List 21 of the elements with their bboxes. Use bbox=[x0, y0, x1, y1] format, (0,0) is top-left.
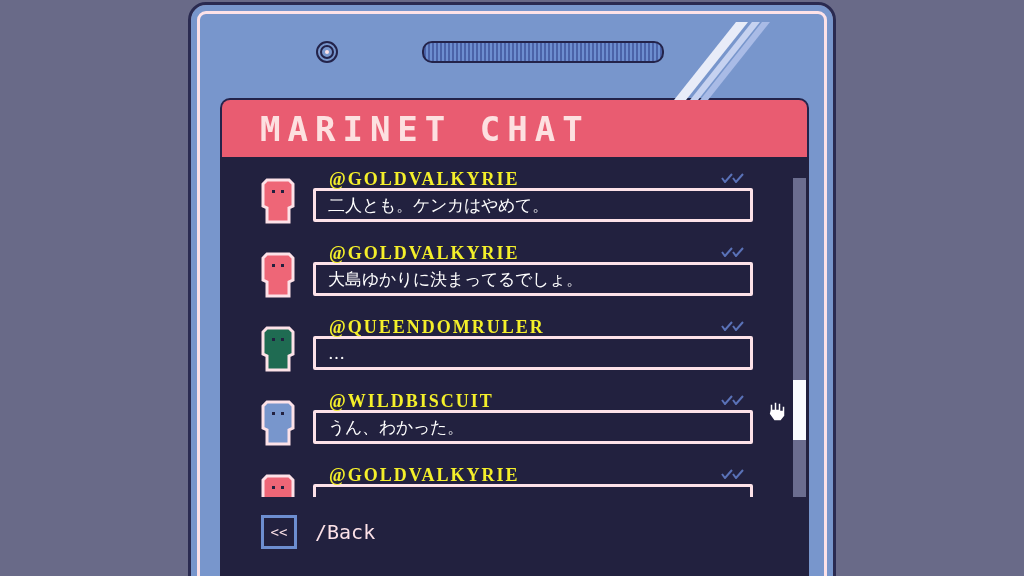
message-text: 二人とも。ケンカはやめて。 bbox=[328, 193, 549, 217]
double-check-icon bbox=[721, 321, 745, 331]
camera-icon bbox=[316, 40, 338, 63]
double-check-icon bbox=[721, 469, 745, 479]
username: @WILDBISCUIT bbox=[329, 390, 494, 411]
scrollbar-thumb[interactable] bbox=[793, 380, 806, 440]
double-check-icon bbox=[721, 247, 745, 257]
username: @QUEENDOMRULER bbox=[329, 316, 545, 337]
double-check-icon bbox=[721, 173, 745, 183]
double-check-icon bbox=[721, 395, 745, 405]
scrollbar[interactable] bbox=[793, 178, 806, 497]
app-title: MARINET CHAT bbox=[260, 108, 590, 149]
username: @GOLDVALKYRIE bbox=[329, 172, 520, 189]
back-label[interactable]: /Back bbox=[315, 520, 376, 544]
username: @GOLDVALKYRIE bbox=[329, 242, 520, 263]
message-text: うん、わかった。 bbox=[328, 415, 464, 439]
message-text: 大島ゆかりに決まってるでしょ。 bbox=[328, 267, 583, 291]
message-text: … bbox=[328, 343, 345, 363]
hand-cursor-icon bbox=[767, 400, 787, 422]
back-button[interactable]: << bbox=[261, 515, 297, 549]
username: @GOLDVALKYRIE bbox=[329, 464, 520, 485]
